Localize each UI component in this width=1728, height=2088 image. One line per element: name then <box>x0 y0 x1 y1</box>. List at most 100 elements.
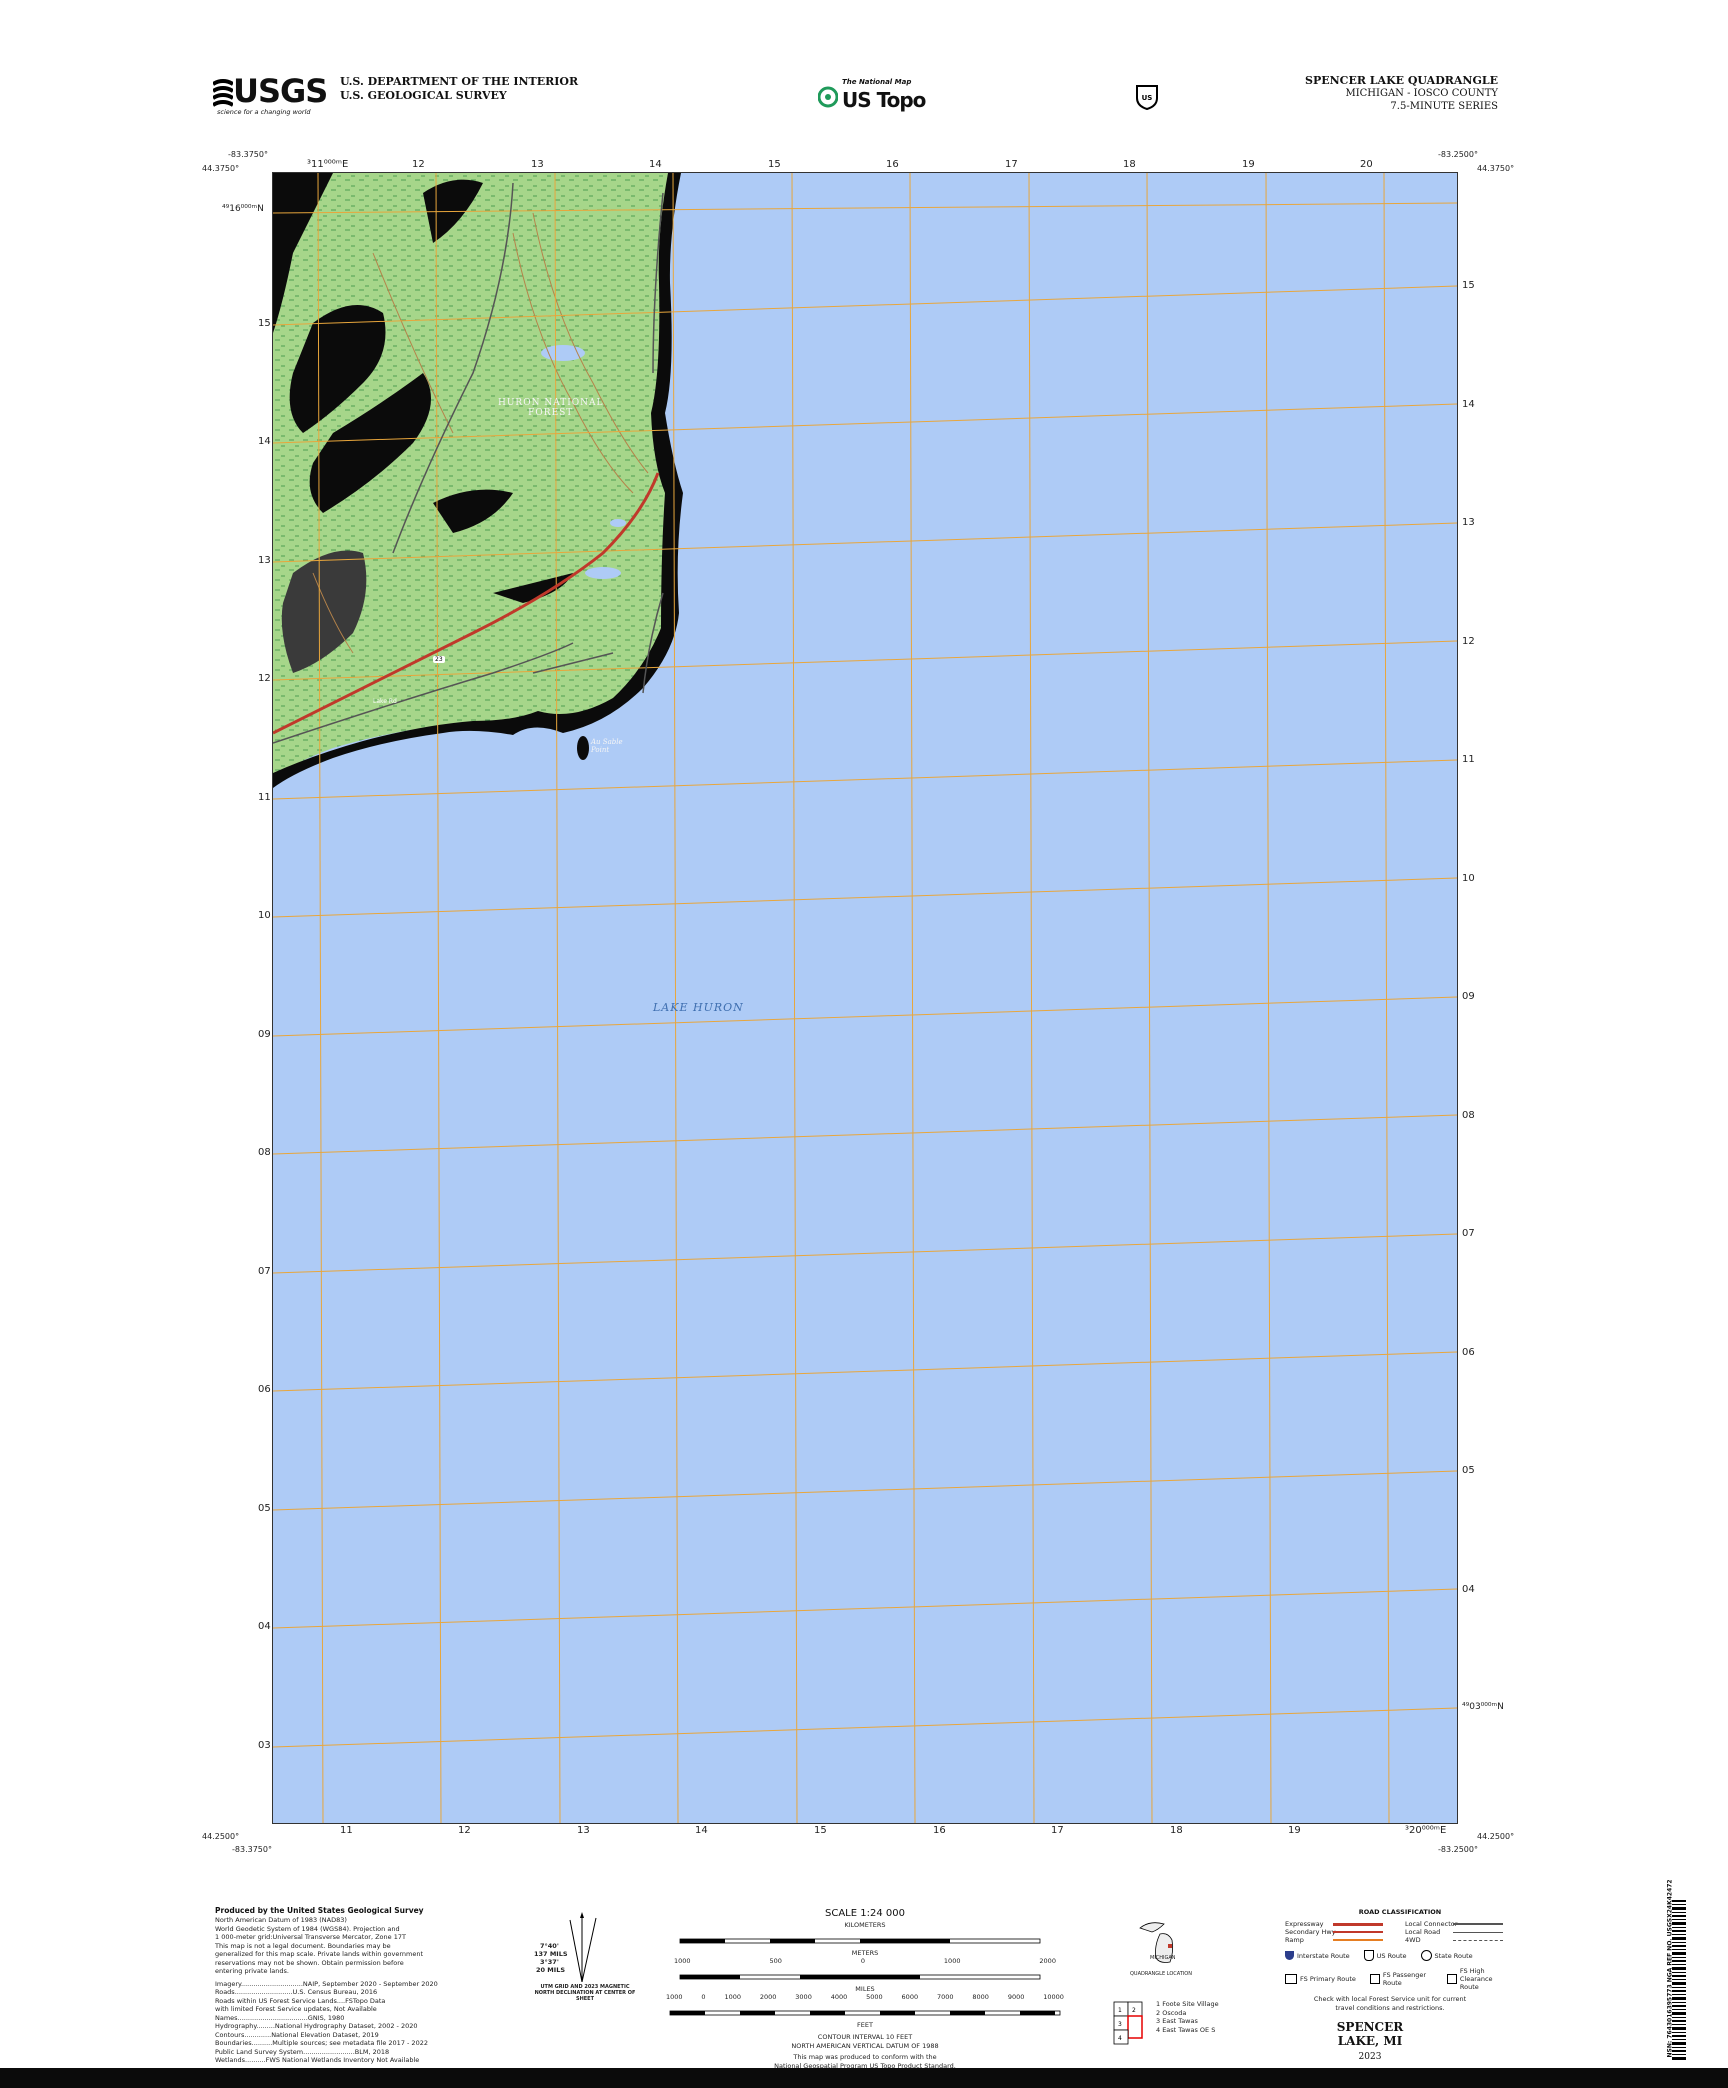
credit-line: 1 000-meter grid:Universal Transverse Me… <box>215 1933 406 1941</box>
ft-ticks: 1000 0 1000 2000 3000 4000 5000 6000 700… <box>660 1993 1070 2002</box>
au-sable-point-shoal <box>577 736 589 760</box>
grid-label-left: 03 <box>258 1740 271 1751</box>
ft-tick: 0 <box>701 1993 706 2001</box>
ne-lat: 44.3750° <box>1477 164 1515 173</box>
grid-label-right: 15 <box>1462 280 1475 291</box>
forest-label-line-2: FOREST <box>528 408 574 418</box>
state-county: MICHIGAN - IOSCO COUNTY <box>1345 88 1498 99</box>
forest-label: HURON NATIONAL FOREST <box>498 398 604 418</box>
ft-tick: 6000 <box>901 1993 919 2001</box>
sw-lat: 44.2500° <box>202 1832 240 1841</box>
source-line: Wetlands..........FWS National Wetlands … <box>215 2056 420 2064</box>
barcode-text: NSN: 7643016395773 NGA REF NO. USGSX24K4… <box>1666 1879 1674 2058</box>
small-lake <box>610 519 626 527</box>
quad-title: SPENCER LAKE QUADRANGLE <box>1305 74 1498 87</box>
shield-label: Interstate Route <box>1297 1951 1350 1960</box>
agency-block: U.S. DEPARTMENT OF THE INTERIOR U.S. GEO… <box>340 75 578 103</box>
ft-tick: 1000 <box>724 1993 741 2001</box>
map-name: SPENCER LAKE, MI <box>1336 2020 1404 2048</box>
national-map-label: The National Map <box>842 78 912 86</box>
4wd-swatch <box>1453 1939 1503 1941</box>
fs-primary-icon <box>1285 1974 1297 1984</box>
interstate-shield-icon <box>1285 1951 1294 1960</box>
usgs-tagline: science for a changing world <box>217 108 311 116</box>
grid-label-bottom: 14 <box>695 1825 708 1836</box>
grid-label-top: 16 <box>886 159 899 170</box>
source-line: Contours.............National Elevation … <box>215 2030 379 2039</box>
state-route-icon <box>1420 1950 1432 1961</box>
credit-line: entering private lands. <box>215 1967 289 1975</box>
ft-tick: 2000 <box>759 1993 777 2001</box>
road-legend-label: Expressway <box>1285 1920 1324 1928</box>
standard-line-1: This map was produced to conform with th… <box>793 2053 937 2061</box>
source-line: Imagery..............................NAI… <box>215 1979 438 1988</box>
source-line: with limited Forest Service updates, Not… <box>215 2005 377 2013</box>
shield-label: State Route <box>1434 1951 1473 1960</box>
grid-label-right: 13 <box>1462 517 1475 528</box>
grid-label-right: 05 <box>1462 1465 1475 1476</box>
svg-text:3: 3 <box>1118 2021 1122 2028</box>
grid-label-right: 10 <box>1462 873 1475 884</box>
road-legend-label: Local Road <box>1405 1928 1441 1936</box>
source-line: Hydrography.........National Hydrography… <box>215 2022 418 2030</box>
ft-tick: 8000 <box>972 1993 989 2001</box>
grid-label-left: 15 <box>258 318 271 329</box>
m-tick: 500 <box>769 1957 782 1965</box>
grid-label-right: 09 <box>1462 991 1475 1002</box>
map-frame[interactable]: HURON NATIONAL FOREST LAKE HURON Au Sabl… <box>272 172 1458 1824</box>
quad-title-block: SPENCER LAKE QUADRANGLE MICHIGAN - IOSCO… <box>1305 74 1498 113</box>
grid-label-left: 05 <box>258 1503 271 1514</box>
small-lake <box>541 345 585 361</box>
m-tick: 0 <box>860 1957 865 1965</box>
grid-label-left: 10 <box>258 910 271 921</box>
scale-title: SCALE 1:24 000 <box>825 1908 905 1919</box>
fs-passenger-icon <box>1369 1974 1380 1984</box>
grid-label-top: ³11⁰⁰⁰ᵐE <box>307 159 349 170</box>
adjoining-item: 2 Oscoda <box>1156 2008 1187 2017</box>
credit-line: North American Datum of 1983 (NAD83) <box>215 1916 347 1924</box>
sw-lon: -83.3750° <box>232 1845 272 1854</box>
grid-label-top: 20 <box>1360 159 1373 170</box>
ft-label: FEET <box>857 2020 873 2029</box>
road-class-title: ROAD CLASSIFICATION <box>1358 1908 1442 1916</box>
fs-label: FS High Clearance Route <box>1459 1967 1493 1991</box>
svg-text:2: 2 <box>1132 2007 1136 2014</box>
contour-interval: CONTOUR INTERVAL 10 FEET <box>817 2033 913 2041</box>
grid-label-bottom: ³20⁰⁰⁰ᵐE <box>1405 1825 1447 1836</box>
ft-tick: 4000 <box>830 1993 848 2001</box>
m-ticks: 1000 500 0 1000 2000 <box>660 1957 1070 1966</box>
map-canvas <box>273 173 1457 1823</box>
grid-label-right: 11 <box>1462 754 1475 765</box>
road-legend-label: Secondary Hwy <box>1285 1928 1336 1936</box>
ft-scale-bar <box>669 2010 1061 2015</box>
ft-tick: 5000 <box>866 1993 883 2001</box>
grid-label-bottom: 15 <box>814 1825 827 1836</box>
nw-lon: -83.3750° <box>228 150 268 159</box>
credit-line: World Geodetic System of 1984 (WGS84). P… <box>215 1924 400 1933</box>
us-23-shield-label: 23 <box>433 656 445 663</box>
credit-line: This map is not a legal document. Bounda… <box>215 1941 391 1950</box>
mi-label: MILES <box>855 1984 875 1993</box>
se-lon: -83.2500° <box>1438 1845 1478 1854</box>
bottom-black-bar <box>0 2068 1728 2088</box>
grid-label-right: 12 <box>1462 636 1475 647</box>
source-line: Roads within US Forest Service Lands....… <box>215 1996 386 2005</box>
grid-label-right: 14 <box>1462 399 1475 410</box>
agency-line-2: U.S. GEOLOGICAL SURVEY <box>340 89 507 102</box>
produced-by: Produced by the United States Geological… <box>215 1906 424 1915</box>
grid-label-left: 07 <box>258 1266 271 1277</box>
nw-lat: 44.3750° <box>202 164 240 173</box>
vertical-datum: NORTH AMERICAN VERTICAL DATUM OF 1988 <box>791 2041 939 2050</box>
fs-label: FS Passenger Route <box>1382 1971 1426 1987</box>
road-classification: ROAD CLASSIFICATION Expressway Secondary… <box>1285 1908 1515 2012</box>
us-topo-logo: The National Map US Topo <box>818 78 928 114</box>
map-year: 2023 <box>1358 2052 1382 2062</box>
local-connector-swatch <box>1453 1923 1503 1925</box>
m-label: METERS <box>851 1948 879 1957</box>
mi-scale-bar <box>679 1974 1041 1979</box>
point-label-line-1: Au Sable <box>591 738 623 746</box>
national-map-icon <box>818 86 838 108</box>
svg-text:US: US <box>1142 94 1153 102</box>
usgs-logo: USGS science for a changing world <box>213 74 328 118</box>
quad-location-caption: QUADRANGLE LOCATION <box>1130 1971 1192 1977</box>
